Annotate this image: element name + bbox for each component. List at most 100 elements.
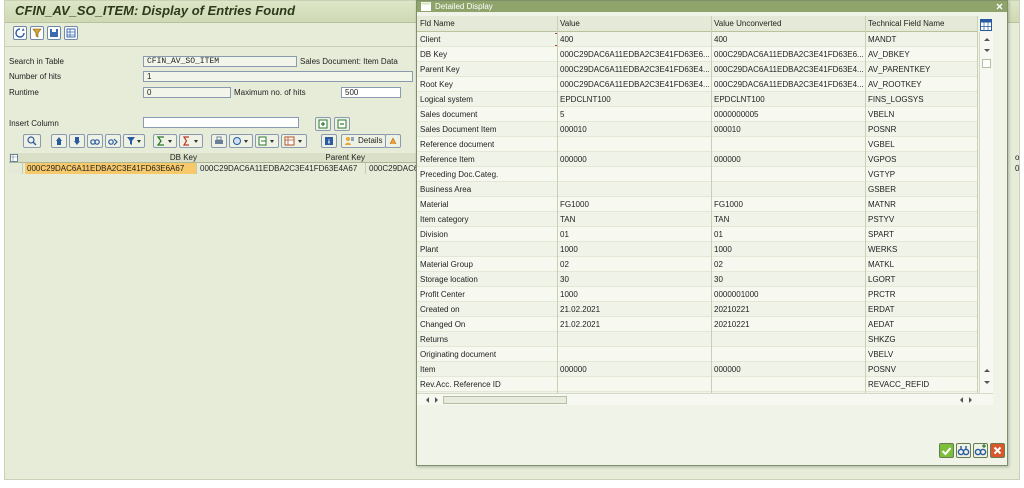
views-dropdown-icon[interactable] [229, 134, 253, 148]
table-row[interactable]: Root Key 000C29DAC6A11EDBA2C3E41FD63E4...… [417, 77, 977, 92]
table-row[interactable]: Item 000000 000000 POSNV [417, 362, 977, 377]
remove-column-button[interactable] [334, 117, 350, 131]
technical-field-name-cell[interactable]: PSTYV [865, 212, 977, 227]
table-row[interactable]: DB Key 000C29DAC6A11EDBA2C3E41FD63E6... 00… [417, 47, 977, 62]
value-unconverted-cell[interactable]: 000C29DAC6A11EDBA2C3E41FD63E6... [711, 47, 865, 62]
vertical-scrollbar[interactable] [979, 32, 993, 393]
table-row[interactable]: Item category TAN TAN PSTYV [417, 212, 977, 227]
field-name-cell[interactable]: Returns [417, 332, 557, 347]
field-name-cell[interactable]: Item [417, 362, 557, 377]
value-unconverted-cell[interactable]: 0000000005 [711, 107, 865, 122]
table-row[interactable]: Logical system EPDCLNT100 EPDCLNT100 FINS_L… [417, 92, 977, 107]
technical-field-name-cell[interactable]: SHKZG [865, 332, 977, 347]
row-selector[interactable] [9, 163, 23, 174]
value-unconverted-cell[interactable]: EPDCLNT100 [711, 92, 865, 107]
technical-field-name-cell[interactable]: LGORT [865, 272, 977, 287]
table-row[interactable]: Reference Item 000000 000000 VGPOS [417, 152, 977, 167]
table-row[interactable]: Originating document VBELV [417, 347, 977, 362]
value-cell[interactable]: 000010 [557, 122, 711, 137]
subtotal-dropdown-icon[interactable] [179, 134, 203, 148]
information-icon[interactable] [321, 134, 337, 148]
find-next-button[interactable] [973, 443, 988, 458]
value-unconverted-cell[interactable] [711, 347, 865, 362]
details-button[interactable]: Details [341, 134, 387, 148]
technical-field-name-cell[interactable]: VGTYP [865, 167, 977, 182]
field-name-cell[interactable]: Item category [417, 212, 557, 227]
value-cell[interactable] [557, 332, 711, 347]
table-row[interactable]: Changed On 21.02.2021 20210221 AEDAT [417, 317, 977, 332]
table-row[interactable]: Sales document 5 0000000005 VBELN [417, 107, 977, 122]
zoom-icon[interactable] [23, 134, 41, 148]
technical-field-name-cell[interactable]: REVACC_REFID [865, 377, 977, 392]
table-row[interactable]: Profit Center 1000 0000001000 PRCTR [417, 287, 977, 302]
value-unconverted-cell[interactable]: 1000 [711, 242, 865, 257]
table-row[interactable]: 000C29DAC6A11EDBA2C3E41FD63E6A67 000C29D… [9, 163, 419, 174]
field-name-cell[interactable]: Client [417, 32, 557, 47]
column-header-value[interactable]: Value [557, 16, 711, 32]
table-view-icon[interactable] [64, 26, 78, 40]
field-name-cell[interactable]: Sales Document Item [417, 122, 557, 137]
technical-field-name-cell[interactable]: WERKS [865, 242, 977, 257]
value-unconverted-cell[interactable] [711, 332, 865, 347]
table-row[interactable]: Returns SHKZG [417, 332, 977, 347]
field-name-cell[interactable]: Rev.Acc. Reference ID [417, 377, 557, 392]
value-cell[interactable]: 000C29DAC6A11EDBA2C3E41FD63E6... [557, 47, 711, 62]
field-name-cell[interactable]: Originating document [417, 347, 557, 362]
value-cell[interactable]: TAN [557, 212, 711, 227]
value-unconverted-cell[interactable]: 01 [711, 227, 865, 242]
field-name-cell[interactable]: Profit Center [417, 287, 557, 302]
value-cell[interactable]: 1000 [557, 287, 711, 302]
field-name-cell[interactable]: Storage location [417, 272, 557, 287]
print-icon[interactable] [211, 134, 227, 148]
value-cell[interactable]: 1000 [557, 242, 711, 257]
technical-field-name-cell[interactable]: AV_DBKEY [865, 47, 977, 62]
technical-field-name-cell[interactable]: SPART [865, 227, 977, 242]
filter-icon[interactable] [30, 26, 44, 40]
cell-root-key[interactable]: 000C29DAC6 [367, 163, 419, 174]
technical-field-name-cell[interactable]: ERDAT [865, 302, 977, 317]
scroll-right-icon[interactable] [965, 395, 975, 405]
refresh-icon[interactable] [13, 26, 27, 40]
table-row[interactable]: Plant 1000 1000 WERKS [417, 242, 977, 257]
technical-field-name-cell[interactable]: VBELN [865, 107, 977, 122]
value-cell[interactable] [557, 137, 711, 152]
value-cell[interactable]: 30 [557, 272, 711, 287]
value-unconverted-cell[interactable]: 0000001000 [711, 287, 865, 302]
technical-field-name-cell[interactable]: GSBER [865, 182, 977, 197]
cell-db-key[interactable]: 000C29DAC6A11EDBA2C3E41FD63E6A67 [25, 163, 197, 174]
find-next-icon[interactable] [105, 134, 121, 148]
export-dropdown-icon[interactable] [255, 134, 279, 148]
value-cell[interactable]: FG1000 [557, 197, 711, 212]
value-unconverted-cell[interactable]: 20210221 [711, 317, 865, 332]
cancel-button[interactable] [990, 443, 1005, 458]
max-hits-input[interactable]: 500 [341, 87, 401, 98]
field-name-cell[interactable]: DB Key [417, 47, 557, 62]
sort-descending-icon[interactable] [69, 134, 85, 148]
field-name-cell[interactable]: Sales document [417, 107, 557, 122]
table-row[interactable]: Business Area GSBER [417, 182, 977, 197]
field-name-cell[interactable]: Logical system [417, 92, 557, 107]
value-cell[interactable]: 21.02.2021 [557, 302, 711, 317]
field-name-cell[interactable]: Created on [417, 302, 557, 317]
table-row[interactable]: Material FG1000 FG1000 MATNR [417, 197, 977, 212]
technical-field-name-cell[interactable]: PRCTR [865, 287, 977, 302]
value-unconverted-cell[interactable] [711, 377, 865, 392]
table-row[interactable]: Created on 21.02.2021 20210221 ERDAT [417, 302, 977, 317]
technical-field-name-cell[interactable]: AEDAT [865, 317, 977, 332]
value-unconverted-cell[interactable] [711, 137, 865, 152]
value-cell[interactable]: 21.02.2021 [557, 317, 711, 332]
field-name-cell[interactable]: Root Key [417, 77, 557, 92]
sort-ascending-icon[interactable] [51, 134, 67, 148]
value-unconverted-cell[interactable]: TAN [711, 212, 865, 227]
value-unconverted-cell[interactable]: 000010 [711, 122, 865, 137]
value-unconverted-cell[interactable]: 400 [711, 32, 865, 47]
technical-field-name-cell[interactable]: MATNR [865, 197, 977, 212]
value-cell[interactable] [557, 377, 711, 392]
value-cell[interactable]: 000000 [557, 362, 711, 377]
scroll-down-icon[interactable] [980, 378, 994, 388]
technical-field-name-cell[interactable]: VGBEL [865, 137, 977, 152]
technical-field-name-cell[interactable]: POSNR [865, 122, 977, 137]
scroll-thumb[interactable] [443, 396, 567, 404]
scroll-up-icon[interactable] [980, 34, 994, 44]
insert-column-button[interactable] [315, 117, 331, 131]
